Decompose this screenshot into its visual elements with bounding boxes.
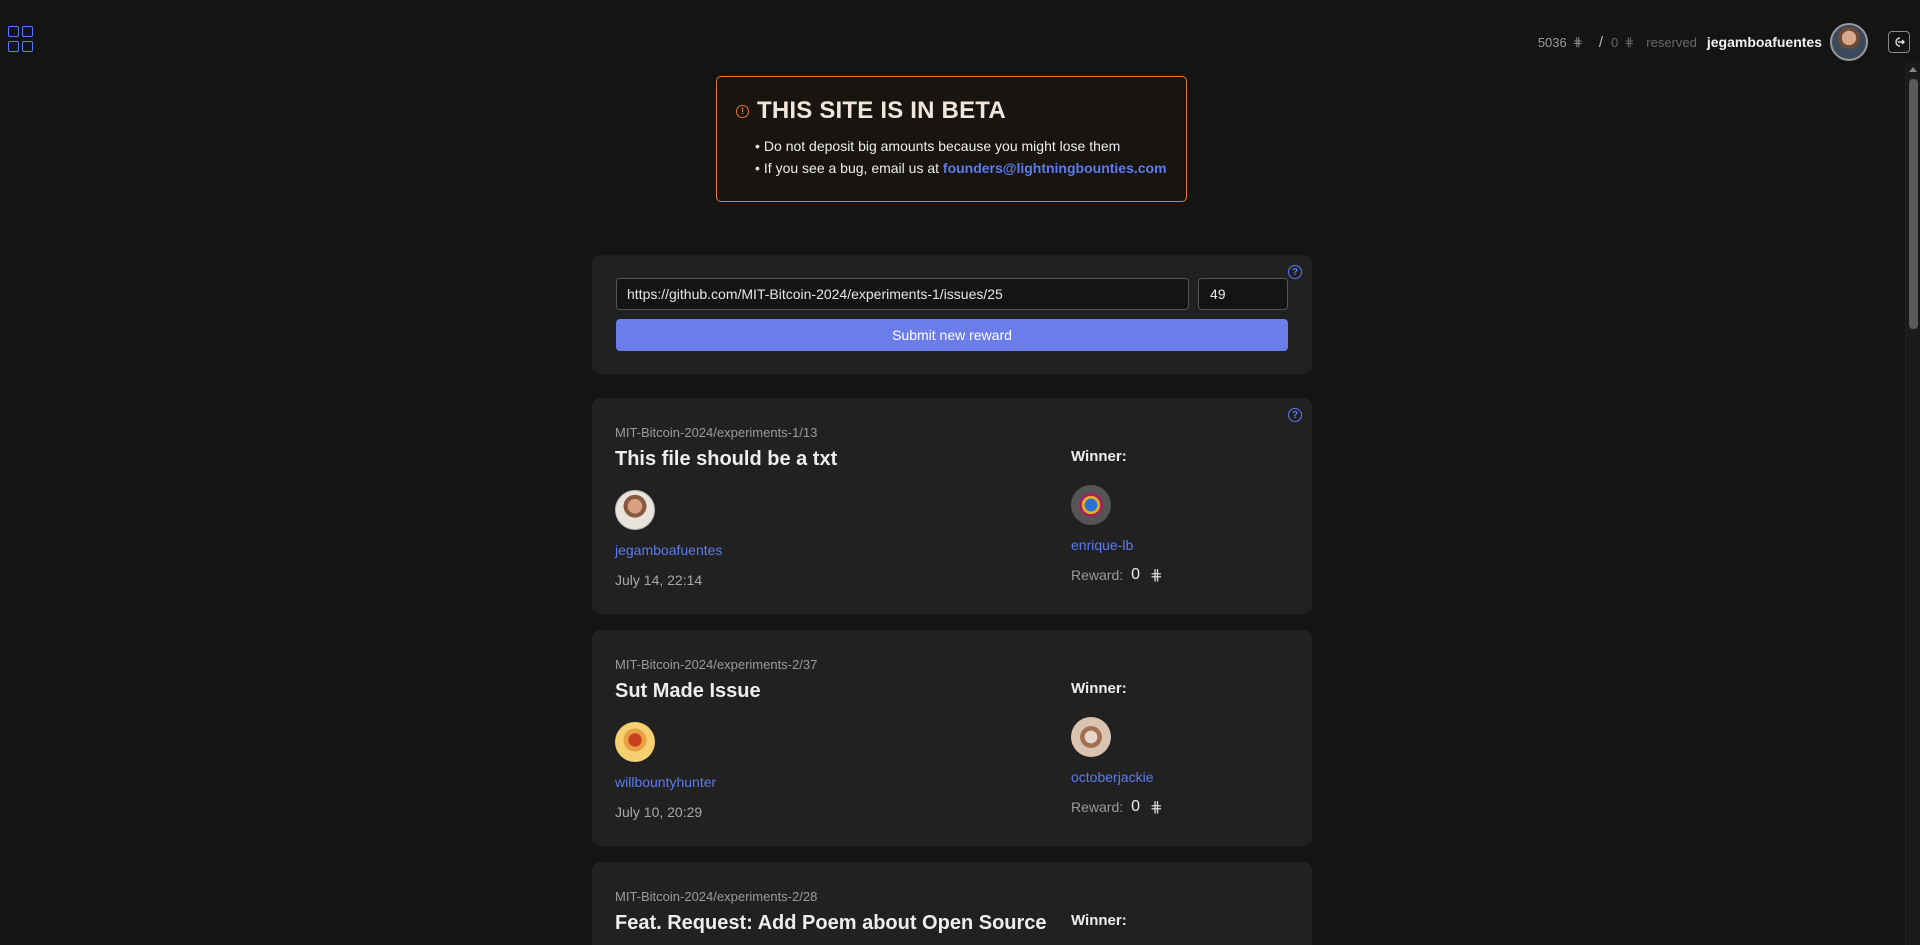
balance-separator: / (1598, 33, 1603, 51)
beta-line-1: Do not deposit big amounts because you m… (755, 135, 1186, 157)
reserved-amount: 0 (1610, 34, 1619, 50)
winner-link[interactable]: octoberjackie (1071, 769, 1154, 785)
reward-label: Reward: (1071, 799, 1124, 815)
logout-icon (1895, 37, 1905, 47)
issue-card: ? MIT-Bitcoin-2024/experiments-1/13 This… (592, 398, 1312, 614)
submit-reward-card: ? Submit new reward (592, 255, 1312, 374)
reward-row: Reward: 0 ⋕ (1071, 798, 1163, 816)
issue-date: July 14, 22:14 (615, 572, 703, 588)
submit-reward-button[interactable]: Submit new reward (616, 319, 1288, 351)
issue-repo[interactable]: MIT-Bitcoin-2024/experiments-2/28 (615, 889, 817, 904)
email-link[interactable]: founders@lightningbounties.com (943, 160, 1167, 176)
sat-icon: ⋕ (1150, 567, 1163, 584)
balance-amount: 5036 (1537, 34, 1567, 50)
winner-avatar (1071, 485, 1111, 525)
beta-notice: ! THIS SITE IS IN BETA Do not deposit bi… (716, 76, 1187, 202)
issue-date: July 10, 20:29 (615, 804, 703, 820)
issue-card: MIT-Bitcoin-2024/experiments-2/37 Sut Ma… (592, 630, 1312, 846)
creator-link[interactable]: willbountyhunter (615, 774, 716, 790)
issue-title[interactable]: This file should be a txt (615, 448, 837, 471)
beta-title: THIS SITE IS IN BETA (757, 97, 1006, 124)
page-scrollbar[interactable] (1905, 63, 1920, 945)
winner-label: Winner: (1071, 448, 1127, 465)
beta-line-2: If you see a bug, email us at founders@l… (755, 157, 1186, 179)
winner-avatar (1071, 717, 1111, 757)
sat-icon: ⋕ (1624, 35, 1635, 49)
reserved-label: reserved (1646, 34, 1697, 50)
scroll-thumb[interactable] (1909, 79, 1918, 329)
reward-row: Reward: 0 ⋕ (1071, 566, 1163, 584)
logout-button[interactable] (1888, 31, 1910, 53)
balance-display: 5036 ⋕ / 0 ⋕ reserved (1538, 34, 1697, 51)
reward-value: 0 (1131, 798, 1141, 815)
issue-repo[interactable]: MIT-Bitcoin-2024/experiments-2/37 (615, 657, 817, 672)
scroll-up-icon[interactable] (1909, 67, 1917, 72)
winner-label: Winner: (1071, 680, 1127, 697)
issue-title[interactable]: Feat. Request: Add Poem about Open Sourc… (615, 912, 1047, 935)
reward-amount-input[interactable] (1198, 278, 1288, 310)
reward-label: Reward: (1071, 567, 1124, 583)
issue-url-input[interactable] (616, 278, 1189, 310)
sat-icon: ⋕ (1150, 799, 1163, 816)
creator-avatar (615, 490, 655, 530)
apps-menu-icon[interactable] (8, 26, 34, 52)
creator-link[interactable]: jegamboafuentes (615, 542, 722, 558)
current-username[interactable]: jegamboafuentes (1707, 34, 1822, 50)
issue-title[interactable]: Sut Made Issue (615, 680, 761, 703)
warning-icon: ! (736, 104, 749, 118)
sat-icon: ⋕ (1572, 35, 1583, 49)
user-bar: 5036 ⋕ / 0 ⋕ reserved jegamboafuentes (1538, 21, 1920, 63)
winner-link[interactable]: enrique-lb (1071, 537, 1133, 553)
creator-avatar (615, 722, 655, 762)
reward-value: 0 (1131, 566, 1141, 583)
help-icon[interactable]: ? (1288, 265, 1302, 279)
user-avatar[interactable] (1830, 23, 1868, 61)
issue-repo[interactable]: MIT-Bitcoin-2024/experiments-1/13 (615, 425, 817, 440)
winner-label: Winner: (1071, 912, 1127, 929)
help-icon[interactable]: ? (1288, 408, 1302, 422)
issue-card: MIT-Bitcoin-2024/experiments-2/28 Feat. … (592, 862, 1312, 945)
